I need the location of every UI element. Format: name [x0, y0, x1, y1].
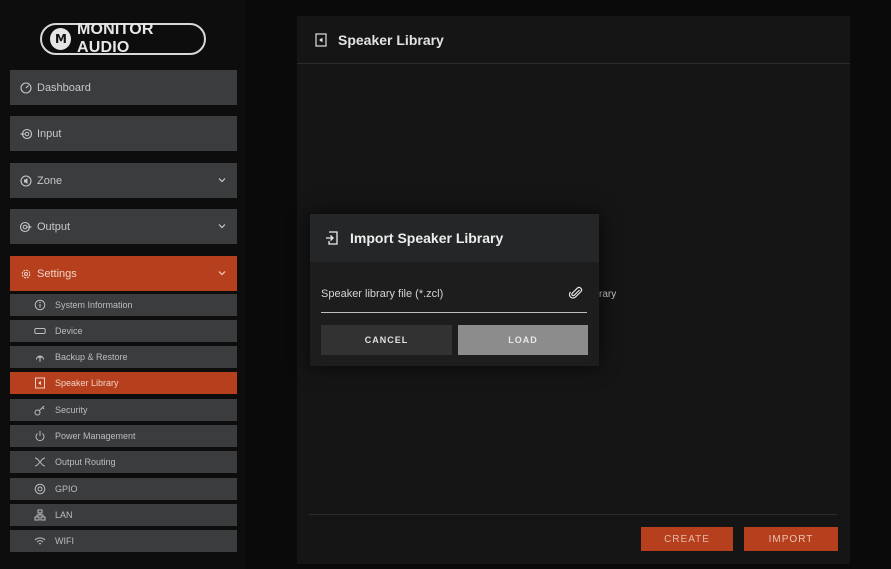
sidebar-item-dashboard[interactable]: Dashboard: [10, 70, 237, 105]
backup-icon: [34, 351, 46, 363]
background-text: rary: [599, 289, 617, 300]
divider: [309, 514, 837, 515]
sidebar-item-label: Output: [37, 220, 71, 233]
page-title: Speaker Library: [338, 31, 444, 48]
brand-logo-text: MONITOR AUDIO: [76, 21, 154, 56]
power-icon: [34, 430, 46, 442]
sidebar-subitem-label: WIFI: [55, 536, 74, 546]
main-header: Speaker Library: [297, 16, 850, 64]
sidebar-item-label: Zone: [37, 174, 63, 187]
speaker-library-icon: [34, 377, 46, 389]
create-button[interactable]: CREATE: [641, 527, 733, 551]
chevron-down-icon[interactable]: [217, 175, 227, 185]
sidebar-subitem-backup-restore[interactable]: Backup & Restore: [10, 346, 237, 368]
gear-icon: [20, 268, 32, 280]
gpio-icon: [34, 483, 46, 495]
file-input-underline: [321, 312, 587, 313]
output-icon: [20, 221, 32, 233]
sidebar-item-label: Settings: [37, 267, 77, 280]
sidebar-subitem-label: Device: [55, 326, 83, 336]
sidebar-item-label: Dashboard: [37, 81, 91, 94]
sidebar: M MONITOR AUDIO Dashboard Input Zone Out…: [0, 0, 245, 569]
sidebar-subitem-power-management[interactable]: Power Management: [10, 425, 237, 447]
dialog-header: Import Speaker Library: [310, 214, 599, 262]
sidebar-subitem-label: Security: [55, 405, 88, 415]
chevron-down-icon[interactable]: [217, 268, 227, 278]
sidebar-subitem-system-information[interactable]: System Information: [10, 294, 237, 316]
sidebar-subitem-label: System Information: [55, 300, 133, 310]
speaker-library-icon: [314, 32, 328, 47]
input-icon: [20, 128, 32, 140]
sidebar-item-label: Input: [37, 127, 62, 140]
sidebar-subitem-label: Speaker Library: [55, 378, 119, 388]
import-icon: [325, 231, 339, 245]
zone-icon: [20, 174, 32, 187]
routing-icon: [34, 456, 46, 468]
sidebar-item-settings[interactable]: Settings: [10, 256, 237, 291]
key-icon: [34, 404, 46, 416]
sidebar-subitem-speaker-library[interactable]: Speaker Library: [10, 372, 237, 394]
sidebar-subitem-gpio[interactable]: GPIO: [10, 478, 237, 500]
sidebar-subitem-wifi[interactable]: WIFI: [10, 530, 237, 552]
import-button[interactable]: IMPORT: [744, 527, 838, 551]
paperclip-icon[interactable]: [569, 286, 583, 300]
wifi-icon: [34, 535, 46, 547]
dashboard-icon: [20, 81, 32, 94]
sidebar-subitem-lan[interactable]: LAN: [10, 504, 237, 526]
lan-icon: [34, 509, 46, 521]
chevron-down-icon[interactable]: [217, 221, 227, 231]
cancel-button[interactable]: CANCEL: [321, 325, 452, 355]
device-icon: [34, 325, 46, 337]
load-button[interactable]: LOAD: [458, 325, 588, 355]
brand-logo[interactable]: M MONITOR AUDIO: [40, 21, 206, 56]
info-icon: [34, 299, 46, 311]
dialog-title: Import Speaker Library: [350, 230, 504, 246]
sidebar-item-input[interactable]: Input: [10, 116, 237, 151]
import-speaker-library-dialog: Import Speaker Library Speaker library f…: [310, 214, 599, 366]
sidebar-subitem-output-routing[interactable]: Output Routing: [10, 451, 237, 473]
sidebar-subitem-label: Power Management: [55, 431, 136, 441]
file-input-label[interactable]: Speaker library file (*.zcl): [321, 288, 443, 300]
sidebar-subitem-security[interactable]: Security: [10, 399, 237, 421]
sidebar-subitem-label: GPIO: [55, 484, 78, 494]
sidebar-subitem-label: Backup & Restore: [55, 352, 128, 362]
sidebar-subitem-label: Output Routing: [55, 457, 116, 467]
sidebar-item-zone[interactable]: Zone: [10, 163, 237, 198]
sidebar-item-output[interactable]: Output: [10, 209, 237, 244]
sidebar-subitem-label: LAN: [55, 510, 73, 520]
brand-logo-mark: M: [50, 28, 71, 50]
sidebar-subitem-device[interactable]: Device: [10, 320, 237, 342]
